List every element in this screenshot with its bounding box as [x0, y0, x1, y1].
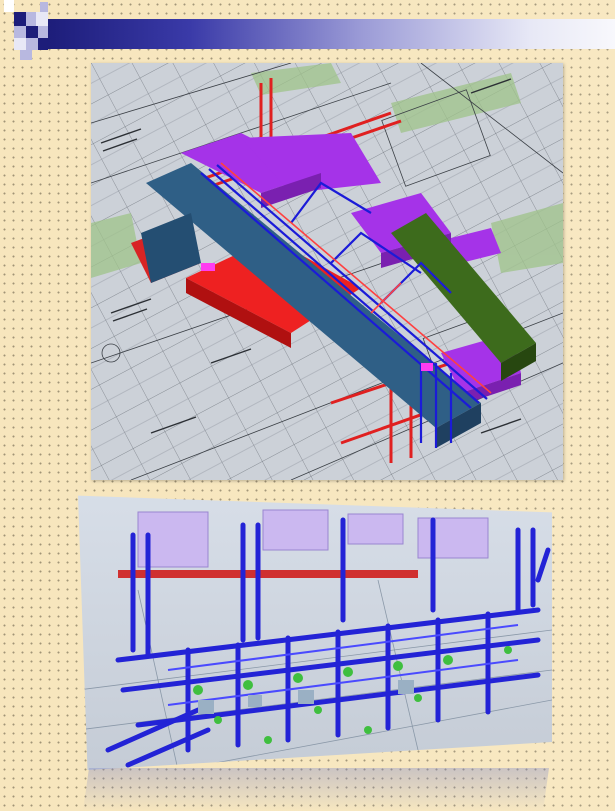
header-gradient-bar [48, 19, 615, 49]
header-decoration [0, 0, 615, 66]
bottom-render-reflection [82, 768, 550, 811]
top-render-image [91, 63, 563, 480]
bottom-render-frame [78, 490, 552, 770]
bottom-render-image [78, 495, 552, 770]
